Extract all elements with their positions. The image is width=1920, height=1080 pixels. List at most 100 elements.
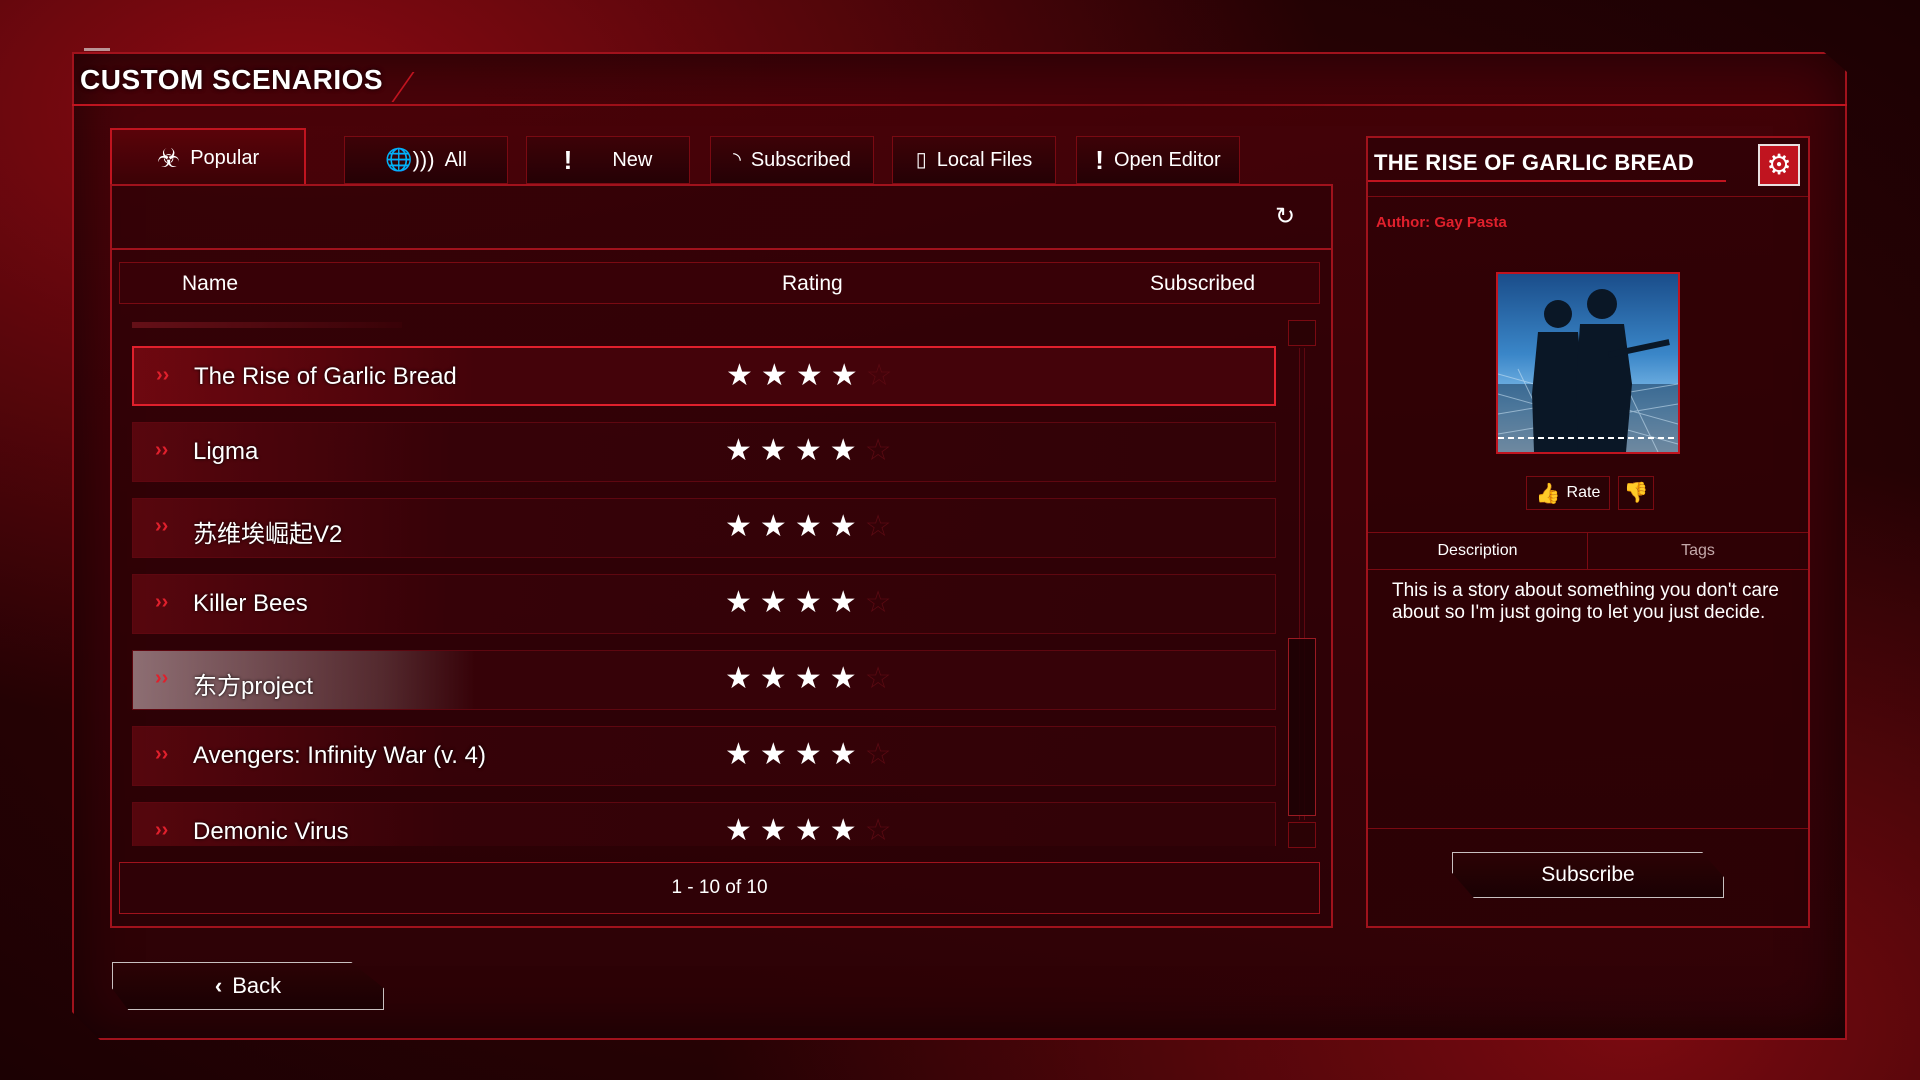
star-filled-icon: ★	[829, 662, 865, 695]
column-subscribed[interactable]: Subscribed	[1150, 272, 1255, 296]
author-label: Author: Gay Pasta	[1376, 214, 1507, 231]
star-filled-icon: ★	[794, 510, 830, 543]
exclamation-icon: !	[563, 145, 573, 175]
list-item[interactable]: ›› Killer Bees ★★★★☆	[132, 574, 1276, 634]
list-item[interactable]: ›› Avengers: Infinity War (v. 4) ★★★★☆	[132, 726, 1276, 786]
star-empty-icon: ☆	[864, 738, 900, 771]
column-rating[interactable]: Rating	[782, 272, 843, 296]
page-title: CUSTOM SCENARIOS	[80, 64, 384, 95]
star-filled-icon: ★	[725, 814, 760, 846]
list-scrollbar[interactable]	[1288, 320, 1316, 848]
star-filled-icon: ★	[725, 586, 760, 619]
star-filled-icon: ★	[759, 510, 795, 543]
rating-stars: ★★★★☆	[726, 361, 901, 391]
scenario-name: Avengers: Infinity War (v. 4)	[193, 742, 486, 769]
scenario-name: The Rise of Garlic Bread	[194, 363, 457, 390]
scenario-name: Killer Bees	[193, 590, 308, 617]
star-empty-icon: ☆	[864, 814, 900, 846]
star-empty-icon: ☆	[864, 586, 900, 619]
tab-label: All	[444, 148, 467, 171]
list-item[interactable]: ›› 东方project ★★★★☆	[132, 650, 1276, 710]
tab-label: New	[612, 148, 653, 171]
chevron-icon: ››	[155, 515, 169, 537]
list-item[interactable]: ›› 苏维埃崛起V2 ★★★★☆	[132, 498, 1276, 558]
star-filled-icon: ★	[829, 814, 865, 846]
chevron-icon: ››	[155, 667, 169, 689]
frame-divider	[72, 104, 1847, 106]
scenario-description: This is a story about something you don'…	[1392, 580, 1779, 623]
column-name[interactable]: Name	[182, 272, 238, 296]
scroll-thumb[interactable]	[1288, 638, 1316, 816]
chevron-icon: ››	[155, 439, 169, 461]
detail-title-underline	[1368, 180, 1726, 182]
chevron-icon: ››	[155, 743, 169, 765]
globe-signal-icon: 🌐)))	[385, 147, 435, 172]
tab-label: Popular	[190, 146, 260, 169]
detail-bottom-divider	[1368, 828, 1808, 829]
list-item[interactable]: ›› Demonic Virus ★★★★☆	[132, 802, 1276, 846]
scenario-name: 东方project	[193, 673, 314, 700]
tab-description[interactable]: Description	[1368, 533, 1588, 569]
star-filled-icon: ★	[830, 359, 866, 392]
star-filled-icon: ★	[725, 434, 760, 467]
star-empty-icon: ☆	[864, 434, 900, 467]
tab-local-files[interactable]: ▯ Local Files	[892, 136, 1056, 184]
scenario-name: 苏维埃崛起V2	[193, 521, 343, 548]
rating-stars: ★★★★☆	[725, 512, 900, 542]
star-filled-icon: ★	[794, 434, 830, 467]
scenario-rows: ›› The Rise of Garlic Bread ★★★★☆ ›› Lig…	[130, 322, 1278, 846]
list-item[interactable]: ›› Ligma ★★★★☆	[132, 422, 1276, 482]
detail-tabs: Description Tags	[1368, 532, 1808, 570]
tab-all[interactable]: 🌐))) All	[344, 136, 508, 184]
chevron-icon: ››	[155, 591, 169, 613]
rate-button[interactable]: 👍 Rate	[1526, 476, 1610, 510]
soldiers-image	[1498, 289, 1678, 452]
list-item[interactable]: ›› The Rise of Garlic Bread ★★★★☆	[132, 346, 1276, 406]
scenario-name: Ligma	[193, 438, 259, 465]
toolbar-divider	[110, 248, 1333, 250]
star-filled-icon: ★	[829, 510, 865, 543]
star-filled-icon: ★	[794, 662, 830, 695]
refresh-icon[interactable]: ↻	[1272, 204, 1298, 230]
subscribe-button[interactable]: Subscribe	[1452, 852, 1724, 898]
exclamation-icon: !	[1095, 145, 1104, 175]
star-empty-icon: ☆	[865, 359, 901, 392]
star-filled-icon: ★	[794, 586, 830, 619]
star-filled-icon: ★	[829, 434, 865, 467]
star-filled-icon: ★	[795, 359, 831, 392]
tab-subscribed[interactable]: ◝ Subscribed	[710, 136, 874, 184]
rating-stars: ★★★★☆	[725, 588, 900, 618]
scroll-up-button[interactable]	[1288, 320, 1316, 346]
file-icon: ▯	[915, 149, 927, 171]
thumbs-up-icon: 👍	[1535, 482, 1561, 505]
star-filled-icon: ★	[725, 662, 760, 695]
star-filled-icon: ★	[794, 814, 830, 846]
rate-label: Rate	[1566, 484, 1601, 501]
star-filled-icon: ★	[725, 510, 760, 543]
chevron-icon: ››	[155, 819, 169, 841]
tab-popular[interactable]: ☣ Popular	[110, 128, 306, 186]
corner-decoration	[84, 48, 110, 51]
thumbs-down-icon[interactable]: 👎	[1618, 476, 1654, 510]
scenario-thumbnail	[1496, 272, 1680, 454]
tab-open-editor[interactable]: ! Open Editor	[1076, 136, 1240, 184]
column-header: Name Rating Subscribed	[119, 262, 1320, 304]
scroll-down-button[interactable]	[1288, 822, 1316, 848]
star-filled-icon: ★	[794, 738, 830, 771]
rating-stars: ★★★★☆	[725, 664, 900, 694]
star-filled-icon: ★	[759, 814, 795, 846]
chevron-left-icon: ‹	[214, 973, 223, 998]
tab-tags[interactable]: Tags	[1588, 533, 1808, 569]
tab-new[interactable]: ! New	[526, 136, 690, 184]
rating-stars: ★★★★☆	[725, 816, 900, 846]
gear-icon[interactable]: ⚙	[1758, 144, 1800, 186]
star-filled-icon: ★	[759, 738, 795, 771]
tab-label: Subscribed	[750, 148, 851, 171]
star-filled-icon: ★	[759, 434, 795, 467]
star-filled-icon: ★	[759, 662, 795, 695]
rating-stars: ★★★★☆	[725, 740, 900, 770]
star-empty-icon: ☆	[864, 662, 900, 695]
back-label: Back	[232, 973, 282, 998]
back-button[interactable]: ‹ Back	[112, 962, 384, 1010]
scenario-name: Demonic Virus	[193, 818, 349, 845]
